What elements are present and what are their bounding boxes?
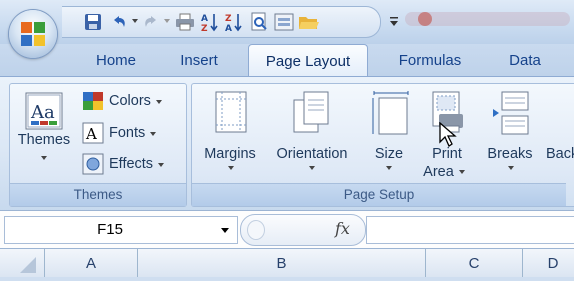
save-icon[interactable] <box>82 11 104 33</box>
office-logo-icon <box>21 22 45 46</box>
orientation-dropdown-icon <box>309 166 315 170</box>
svg-text:A: A <box>225 24 232 32</box>
print-icon[interactable] <box>174 11 196 33</box>
margins-label: Margins <box>204 146 256 162</box>
page-setup-group-label: Page Setup <box>192 183 566 206</box>
background-label: Back <box>546 146 574 162</box>
sort-ascending-icon[interactable]: AZ <box>199 11 221 33</box>
name-box[interactable]: F15 <box>4 216 238 244</box>
tab-data[interactable]: Data <box>497 44 553 76</box>
colors-button[interactable]: Colors <box>82 88 162 114</box>
size-button[interactable]: Size <box>364 88 414 180</box>
svg-text:Z: Z <box>201 24 208 32</box>
column-header-c[interactable]: C <box>426 249 523 277</box>
margins-icon <box>215 91 247 133</box>
breaks-label: Breaks <box>487 146 533 162</box>
customize-dropdown-icon[interactable] <box>389 12 399 26</box>
colors-label: Colors <box>109 93 151 109</box>
fonts-dropdown-icon <box>150 132 157 136</box>
print-area-label-line2: Area <box>414 164 474 180</box>
page-setup-group: Margins Orientation Size Print Area Brea… <box>191 83 574 207</box>
formula-bar-resize-handle[interactable] <box>247 220 265 240</box>
name-box-value: F15 <box>97 221 123 238</box>
effects-button[interactable]: Effects <box>82 151 165 177</box>
form-icon[interactable] <box>273 11 295 33</box>
effects-dropdown-icon <box>158 163 165 167</box>
tab-insert[interactable]: Insert <box>168 44 230 76</box>
undo-icon[interactable] <box>108 11 130 33</box>
mouse-cursor-icon <box>439 122 457 147</box>
orientation-label: Orientation <box>276 146 348 162</box>
themes-icon: Aa <box>25 92 63 130</box>
print-area-label-line1: Print <box>432 146 462 162</box>
print-preview-icon[interactable] <box>248 11 270 33</box>
margins-dropdown-icon <box>228 166 234 170</box>
svg-text:Z: Z <box>225 14 232 24</box>
column-header-d[interactable]: D <box>523 249 574 277</box>
print-area-button[interactable]: Print Area <box>420 88 474 180</box>
colors-icon <box>83 92 103 110</box>
office-button[interactable] <box>9 10 57 58</box>
formula-input[interactable] <box>366 216 574 244</box>
fonts-icon: A <box>82 122 104 144</box>
fonts-button[interactable]: A Fonts <box>82 120 157 146</box>
select-all-corner[interactable] <box>0 249 45 277</box>
svg-text:A: A <box>85 125 97 143</box>
column-header-row: A B C D <box>0 248 574 277</box>
tab-formulas[interactable]: Formulas <box>387 44 473 76</box>
insert-function-icon[interactable]: fx <box>335 219 350 238</box>
effects-icon <box>82 153 104 175</box>
breaks-icon <box>493 91 529 135</box>
formula-controls: fx <box>240 214 366 246</box>
sort-descending-icon[interactable]: ZA <box>223 11 245 33</box>
orientation-button[interactable]: Orientation <box>264 88 360 180</box>
formula-bar: F15 fx <box>0 210 574 249</box>
margins-button[interactable]: Margins <box>198 88 262 180</box>
themes-group: Aa Themes Colors A Fonts Effects Themes <box>9 83 187 207</box>
open-folder-icon[interactable] <box>298 11 320 33</box>
colors-dropdown-icon <box>155 100 162 104</box>
fonts-label: Fonts <box>109 125 146 141</box>
title-bar: AZ ZA <box>0 0 574 44</box>
themes-group-label: Themes <box>10 183 186 206</box>
size-icon <box>372 91 409 135</box>
themes-label: Themes <box>17 132 71 148</box>
size-dropdown-icon <box>386 166 392 170</box>
print-area-dropdown-icon <box>458 170 465 175</box>
ribbon: Aa Themes Colors A Fonts Effects Themes … <box>0 76 574 211</box>
redo-dropdown-icon[interactable] <box>164 19 170 23</box>
svg-text:Aa: Aa <box>30 102 55 123</box>
tab-home[interactable]: Home <box>86 44 146 76</box>
column-header-a[interactable]: A <box>45 249 138 277</box>
undo-dropdown-icon[interactable] <box>132 19 138 23</box>
background-button[interactable]: Back <box>542 88 574 180</box>
breaks-dropdown-icon <box>508 166 514 170</box>
tab-page-layout[interactable]: Page Layout <box>248 44 368 76</box>
breaks-button[interactable]: Breaks <box>480 88 540 180</box>
themes-button[interactable]: Aa Themes <box>12 88 76 180</box>
svg-text:A: A <box>201 14 208 24</box>
window-title-blurred <box>405 10 570 28</box>
themes-dropdown-icon <box>41 156 47 160</box>
size-label: Size <box>374 146 404 162</box>
orientation-icon <box>293 91 329 133</box>
redo-icon[interactable] <box>140 11 162 33</box>
column-header-b[interactable]: B <box>138 249 426 277</box>
quick-access-toolbar: AZ ZA <box>62 6 381 38</box>
name-box-dropdown-icon[interactable] <box>221 228 229 233</box>
effects-label: Effects <box>109 156 154 172</box>
ribbon-tab-row: Home Insert Page Layout Formulas Data <box>0 44 574 76</box>
